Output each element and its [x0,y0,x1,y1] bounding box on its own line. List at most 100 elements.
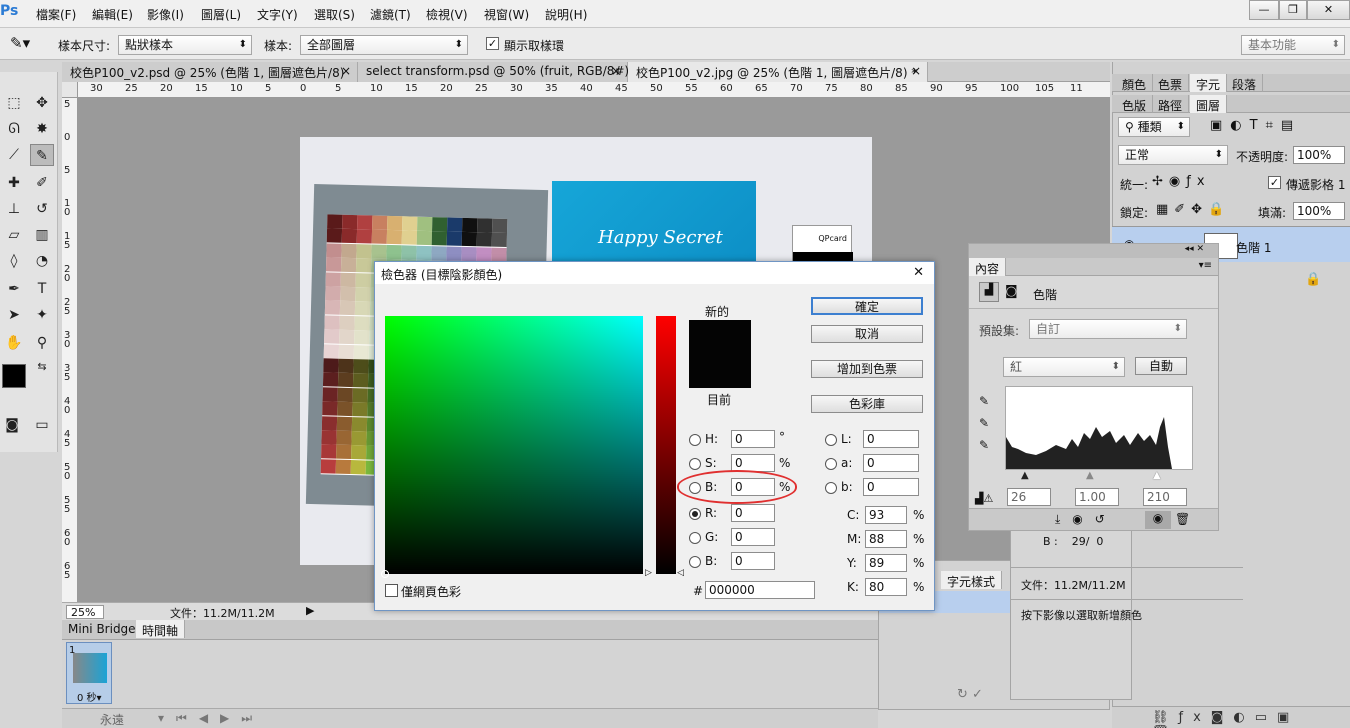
delete-icon[interactable]: 🗑 [1175,512,1190,526]
tab-character[interactable]: 字元 [1190,74,1228,92]
healing-brush-icon[interactable]: ✚ [2,172,26,194]
clipping-warning-icon[interactable]: ▟⚠ [975,492,993,505]
move-tool-icon[interactable]: ✥ [30,92,54,114]
lasso-tool-icon[interactable]: ᘏ [2,118,26,140]
tab-mini-bridge[interactable]: Mini Bridge [62,620,143,638]
shape-tool-icon[interactable]: ✦ [30,304,54,326]
tab-color[interactable]: 顏色 [1116,74,1154,92]
tab-swatches[interactable]: 色票 [1152,74,1190,92]
tab-jpg[interactable]: 校色P100_v2.jpg @ 25% (色階 1, 圖層遮色片/8) * × [628,62,928,82]
input-white-field[interactable]: 210 [1143,488,1187,506]
lab-l-input[interactable]: 0 [863,430,919,448]
hand-tool-icon[interactable]: ✋ [2,332,26,354]
stamp-tool-icon[interactable]: ⊥ [2,198,26,220]
hue-input[interactable]: 0 [731,430,775,448]
crop-tool-icon[interactable]: ⟋ [2,144,26,166]
close-window-button[interactable]: ✕ [1307,0,1350,20]
animation-frame[interactable]: 1 0 秒▾ [66,642,112,704]
web-only-checkbox[interactable] [385,584,398,597]
black-input[interactable]: 80 [865,578,907,596]
visibility-toggle-icon[interactable]: ◉ [1145,511,1171,529]
lab-a-input[interactable]: 0 [863,454,919,472]
tab-paragraph[interactable]: 段落 [1226,74,1264,92]
hue-slider[interactable] [656,316,676,574]
cancel-button[interactable]: 取消 [811,325,923,343]
menu-select[interactable]: 選取(S) [314,6,355,23]
menu-type[interactable]: 文字(Y) [257,6,298,23]
marquee-tool-icon[interactable]: ⬚ [2,92,26,114]
pen-tool-icon[interactable]: ✒ [2,278,26,300]
status-menu-icon[interactable]: ▶ [306,604,314,617]
color-field[interactable] [381,316,643,578]
properties-footer-icons[interactable]: ⤓◉↺ [1055,512,1117,527]
preset-select[interactable]: 自訂 ⬍ [1029,319,1187,339]
ok-button[interactable]: 確定 [811,297,923,315]
panel-menu-icon[interactable]: ▾≡ [1199,260,1212,271]
opacity-input[interactable]: 100% [1293,146,1345,164]
zoom-tool-icon[interactable]: ⚲ [30,332,54,354]
green-input[interactable]: 0 [731,528,775,546]
tab-psd[interactable]: 校色P100_v2.psd @ 25% (色階 1, 圖層遮色片/8) × [62,62,358,82]
input-black-field[interactable]: 26 [1007,488,1051,506]
dialog-close-icon[interactable]: ✕ [913,265,924,280]
loop-select[interactable]: 永遠 [100,711,124,728]
sample-select[interactable]: 全部圖層 ⬍ [300,35,468,55]
magenta-input[interactable]: 88 [865,530,907,548]
gradient-tool-icon[interactable]: ▥ [30,224,54,246]
channel-select[interactable]: 紅 ⬍ [1003,357,1125,377]
screen-mode-icon[interactable]: ▭ [30,414,54,436]
frame-delay[interactable]: 0 秒▾ [77,689,102,704]
dodge-tool-icon[interactable]: ◔ [30,250,54,272]
red-input[interactable]: 0 [731,504,775,522]
layer-kind-filter[interactable]: ⚲ 種類 ⬍ [1118,117,1190,137]
menu-view[interactable]: 檢視(V) [426,6,468,23]
menu-edit[interactable]: 編輯(E) [92,6,133,23]
minimize-button[interactable]: — [1249,0,1279,20]
menu-window[interactable]: 視窗(W) [484,6,529,23]
fill-input[interactable]: 100% [1293,202,1345,220]
hue-slider-right-arrow[interactable]: ◁ [677,568,684,578]
color-field-cursor[interactable] [381,570,389,578]
style-actions-icon[interactable]: ↻ ✓ [957,687,983,702]
show-ring-checkbox[interactable]: ✓ [486,37,499,50]
layer-name[interactable]: 色階 1 [1236,239,1271,256]
blend-mode-select[interactable]: 正常 ⬍ [1118,145,1228,165]
close-tab-icon[interactable]: × [611,64,621,78]
eraser-tool-icon[interactable]: ▱ [2,224,26,246]
tab-character-styles[interactable]: 字元樣式 [941,571,1003,589]
radio-hue[interactable] [689,434,701,446]
close-tab-icon[interactable]: × [911,64,921,78]
eyedropper-tool-icon[interactable]: ✎ [30,144,54,166]
hex-input[interactable]: 000000 [705,581,815,599]
zoom-level[interactable]: 25% [66,605,104,619]
history-brush-icon[interactable]: ↺ [30,198,54,220]
path-select-icon[interactable]: ➤ [2,304,26,326]
collapse-icon[interactable]: ◂◂ ✕ [969,244,1218,258]
input-gamma-field[interactable]: 1.00 [1075,488,1119,506]
menu-layer[interactable]: 圖層(L) [201,6,241,23]
menu-help[interactable]: 說明(H) [545,6,587,23]
gamma-slider[interactable]: ▲ [1086,470,1094,481]
eyedropper-icon[interactable]: ✎▾ [10,34,30,52]
hue-slider-left-arrow[interactable]: ▷ [645,568,652,578]
current-color-swatch[interactable] [689,354,751,388]
close-tab-icon[interactable]: × [341,64,351,78]
layer-filter-icons[interactable]: ▣◐T⌗▤ [1210,118,1301,133]
foreground-color-swatch[interactable] [2,364,26,388]
tab-properties[interactable]: 內容 [969,258,1007,276]
propagate-checkbox[interactable]: ✓ [1268,176,1281,189]
unify-icons[interactable]: ✢◉ƒx [1152,174,1211,189]
auto-button[interactable]: 自動 [1135,357,1187,375]
type-tool-icon[interactable]: T [30,278,54,300]
radio-lab-b[interactable] [825,482,837,494]
menu-image[interactable]: 影像(I) [147,6,184,23]
restore-button[interactable]: ❐ [1279,0,1307,20]
swap-colors-icon[interactable]: ⇆ [30,356,54,378]
lock-icons[interactable]: ▦✐✥🔒 [1156,202,1230,217]
sample-size-select[interactable]: 點狀樣本 ⬍ [118,35,252,55]
layers-footer-icons[interactable]: ⛓ƒx◙◐▭▣🗑 [1112,706,1350,728]
quick-mask-icon[interactable]: ◙ [0,414,24,436]
tab-timeline[interactable]: 時間軸 [136,620,186,638]
blue-input[interactable]: 0 [731,552,775,570]
radio-lab-l[interactable] [825,434,837,446]
